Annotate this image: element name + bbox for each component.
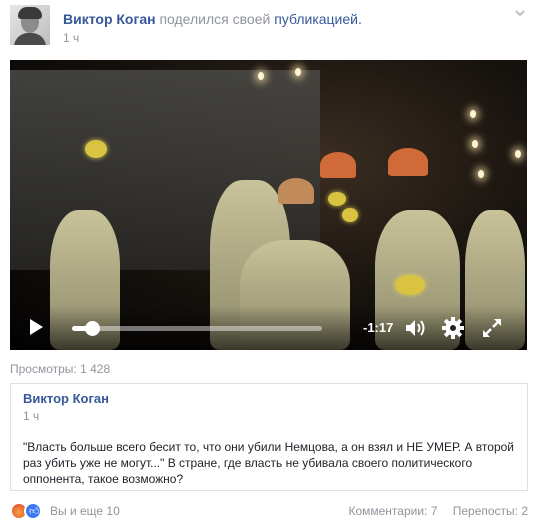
shared-post-time[interactable]: 1 ч bbox=[23, 409, 39, 423]
comments-count[interactable]: Комментарии: 7 bbox=[348, 504, 437, 518]
view-count: Просмотры: 1 428 bbox=[10, 362, 111, 376]
seek-bar[interactable] bbox=[72, 321, 322, 336]
post-time[interactable]: 1 ч bbox=[63, 31, 79, 45]
video-helmet bbox=[320, 152, 356, 178]
video-flowers bbox=[342, 208, 358, 222]
shares-count[interactable]: Перепосты: 2 bbox=[453, 504, 528, 518]
video-light bbox=[472, 140, 478, 148]
publication-link[interactable]: публикацией. bbox=[274, 11, 362, 27]
engagement-counts: Комментарии: 7 Перепосты: 2 bbox=[348, 504, 528, 518]
author-link[interactable]: Виктор Коган bbox=[63, 11, 156, 27]
seek-handle[interactable] bbox=[85, 321, 100, 336]
play-icon[interactable] bbox=[30, 319, 43, 335]
shared-post[interactable]: Виктор Коган 1 ч "Власть больше всего бе… bbox=[10, 383, 528, 491]
video-light bbox=[470, 110, 476, 118]
video-flowers bbox=[328, 192, 346, 206]
video-light bbox=[515, 150, 521, 158]
video-flowers bbox=[85, 140, 107, 158]
video-light bbox=[258, 72, 264, 80]
video-light bbox=[295, 68, 301, 76]
video-player[interactable]: -1:17 bbox=[10, 60, 527, 350]
video-light bbox=[478, 170, 484, 178]
volume-icon[interactable] bbox=[404, 317, 428, 339]
like-icon: 👍︎ bbox=[24, 502, 42, 520]
header-line: Виктор Коган поделился своей публикацией… bbox=[63, 10, 362, 28]
gear-icon[interactable] bbox=[441, 316, 465, 340]
fullscreen-icon[interactable] bbox=[481, 317, 503, 339]
chevron-down-icon[interactable] bbox=[512, 5, 528, 21]
header-verb: поделился своей bbox=[159, 11, 271, 27]
video-helmet bbox=[278, 178, 314, 204]
video-controls: -1:17 bbox=[10, 306, 527, 350]
reactions-summary[interactable]: Вы и еще 10 bbox=[50, 504, 120, 518]
post-header: Виктор Коган поделился своей публикацией… bbox=[10, 5, 528, 49]
video-flowers bbox=[395, 275, 425, 295]
shared-post-author[interactable]: Виктор Коган bbox=[23, 391, 109, 406]
avatar-hair bbox=[18, 7, 42, 19]
post-footer: 👍︎ Вы и еще 10 Комментарии: 7 Перепосты:… bbox=[10, 502, 528, 522]
video-duration: -1:17 bbox=[363, 320, 394, 335]
shared-post-text: "Власть больше всего бесит то, что они у… bbox=[23, 440, 514, 486]
video-helmet bbox=[388, 148, 428, 176]
avatar-body bbox=[14, 33, 46, 45]
avatar[interactable] bbox=[10, 5, 50, 45]
